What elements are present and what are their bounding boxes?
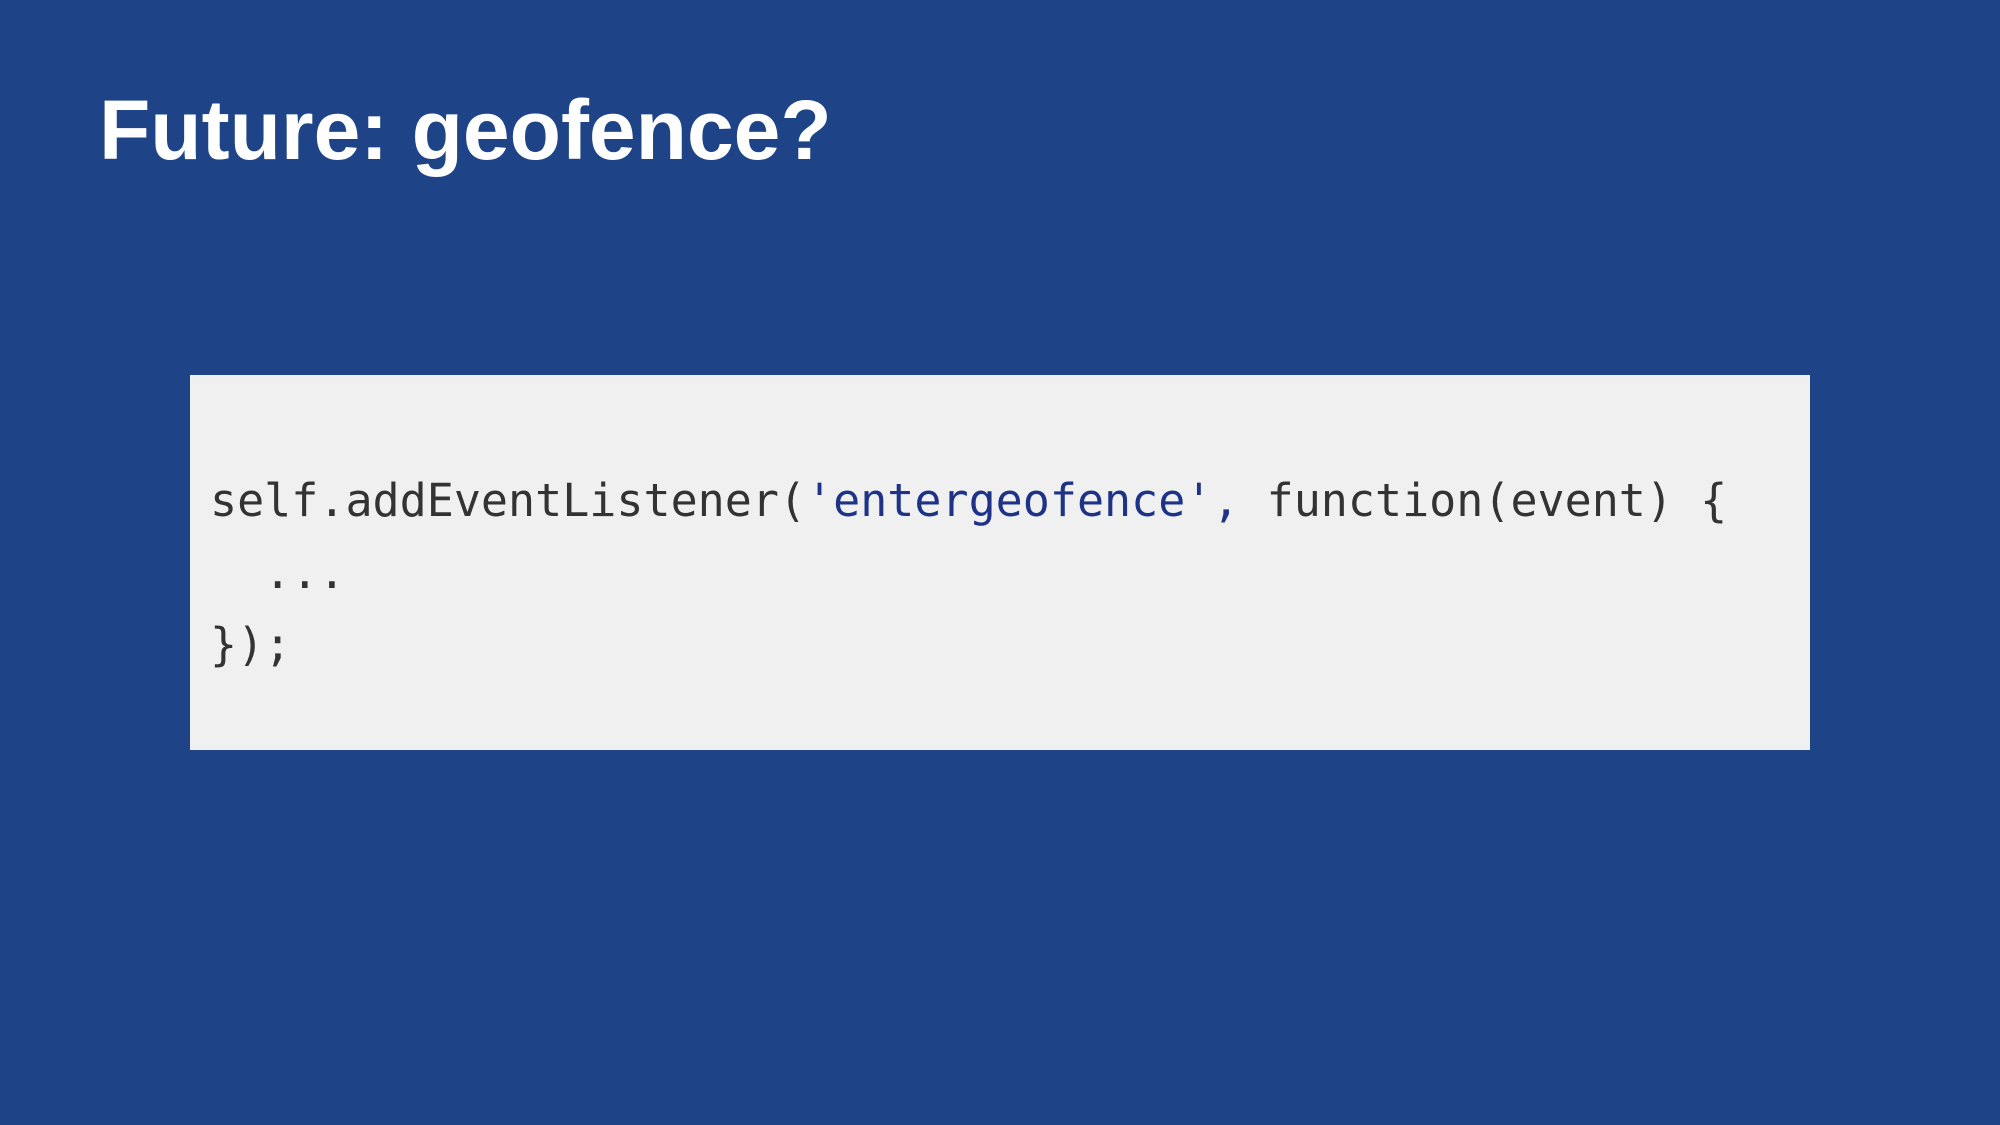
code-token-call: self.addEventListener(: [210, 474, 807, 527]
code-block: self.addEventListener('entergeofence', f…: [210, 465, 1727, 681]
code-token-function: function(event) {: [1239, 474, 1728, 527]
code-line-3: });: [210, 618, 292, 671]
slide-title: Future: geofence?: [99, 83, 832, 177]
code-line-1: self.addEventListener('entergeofence', f…: [210, 465, 1727, 537]
code-token-string: 'entergeofence',: [806, 474, 1240, 527]
slide: Future: geofence? self.addEventListener(…: [0, 0, 2000, 1125]
code-line-2: ...: [210, 546, 346, 599]
code-box: self.addEventListener('entergeofence', f…: [190, 375, 1810, 750]
